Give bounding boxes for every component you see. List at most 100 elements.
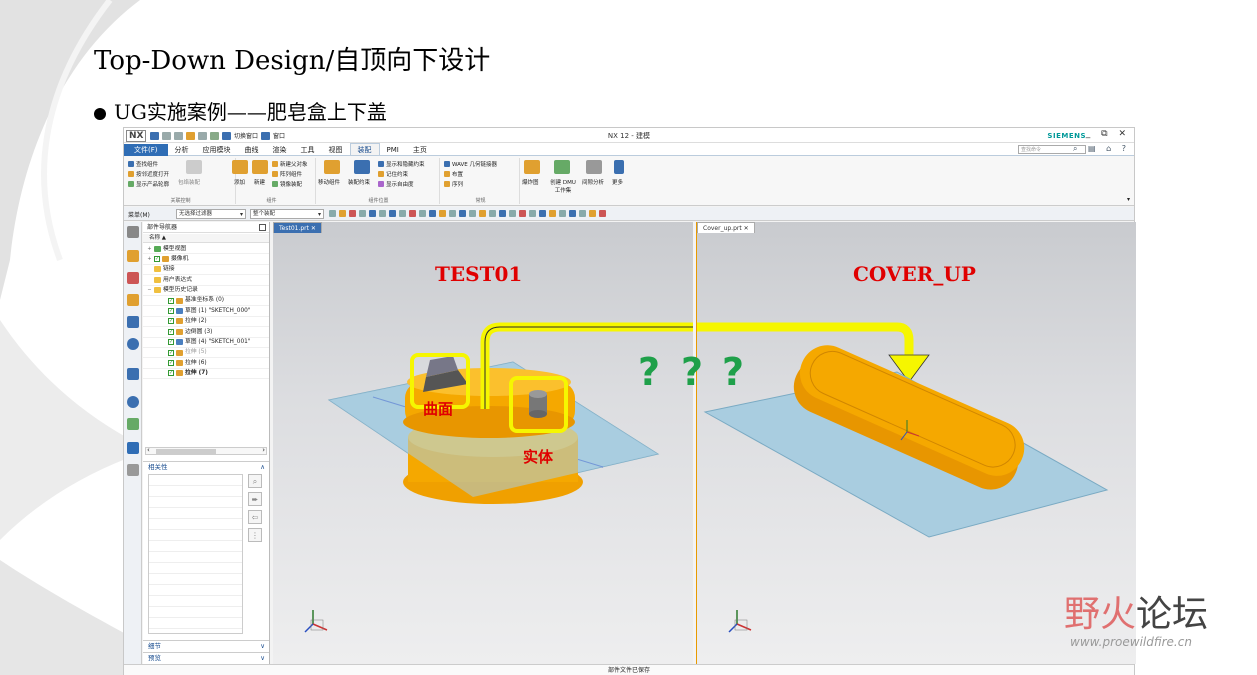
expand-icon[interactable]: +	[147, 254, 152, 264]
checkbox-icon[interactable]: ✓	[168, 297, 174, 304]
shade-icon[interactable]	[549, 210, 556, 217]
fit-icon[interactable]	[499, 210, 506, 217]
endpoint-icon[interactable]	[389, 210, 396, 217]
name-column-header[interactable]: 名称 ▲	[143, 234, 269, 243]
assembly-constraint-button[interactable]: 装配约束	[348, 178, 370, 186]
box-select-icon[interactable]	[369, 210, 376, 217]
show-product-outline-button[interactable]: 显示产品轮廓	[128, 180, 169, 188]
tree-item[interactable]: ✓ 拉伸 (6)	[143, 358, 269, 369]
selection-filter-dropdown[interactable]: 无选择过滤器	[176, 209, 246, 219]
search-icon[interactable]: ⌕	[248, 474, 262, 488]
checkbox-icon[interactable]: ✓	[168, 370, 174, 377]
dependency-header[interactable]: 相关性 ∧	[143, 461, 269, 472]
checkbox-icon[interactable]: ✓	[168, 339, 174, 346]
menu-6[interactable]: 视图	[322, 144, 350, 156]
checkbox-icon[interactable]: ✓	[168, 318, 174, 325]
move-component-button[interactable]: 移动组件	[318, 178, 340, 186]
menu-0[interactable]: 文件(F)	[124, 144, 168, 156]
system-materials-icon[interactable]	[127, 418, 139, 430]
exploded-view-icon[interactable]	[524, 160, 540, 174]
filter-icon[interactable]	[359, 210, 366, 217]
measure-icon[interactable]	[589, 210, 596, 217]
view-icon[interactable]	[459, 210, 466, 217]
horizontal-scrollbar[interactable]: ‹ ›	[145, 446, 267, 455]
clip-icon[interactable]	[559, 210, 566, 217]
tab-cover-up[interactable]: Cover_up.prt ✕	[697, 222, 755, 233]
checkbox-icon[interactable]: ✓	[168, 359, 174, 366]
part-navigator-icon[interactable]	[127, 294, 139, 306]
menu-4[interactable]: 渲染	[266, 144, 294, 156]
quadrant-icon[interactable]	[419, 210, 426, 217]
find-component-button[interactable]: 查找组件	[128, 160, 158, 168]
tab-test01[interactable]: Test01.prt ✕	[273, 222, 322, 233]
add-button[interactable]: 添加	[234, 178, 245, 186]
assembly-navigator-icon[interactable]	[127, 250, 139, 262]
zoom-icon[interactable]	[509, 210, 516, 217]
more-button[interactable]: 更多	[612, 178, 623, 186]
window-controls[interactable]: _ ⧉ ✕	[1086, 129, 1130, 139]
tree-item[interactable]: ✓ 拉伸 (7)	[143, 369, 269, 380]
history-icon[interactable]	[127, 396, 139, 408]
expand-icon[interactable]: +	[147, 244, 152, 254]
checkbox-icon[interactable]: ✓	[168, 308, 174, 315]
tree-item[interactable]: 用户表达式	[143, 275, 269, 286]
hd3d-icon[interactable]	[127, 338, 139, 350]
menu-9[interactable]: 主页	[406, 144, 434, 156]
move-component-icon[interactable]	[324, 160, 340, 174]
menu-2[interactable]: 应用模块	[196, 144, 238, 156]
menu-7[interactable]: 装配	[349, 143, 380, 155]
checkbox-icon[interactable]: ✓	[154, 256, 160, 263]
create-dmu-button[interactable]: 创建 DMU 工作集	[548, 178, 578, 194]
tree-item[interactable]: ✓ 草图 (1) "SKETCH_000"	[143, 306, 269, 317]
intersection-icon[interactable]	[429, 210, 436, 217]
mirror-assembly-button[interactable]: 镜像装配	[272, 180, 302, 188]
open-by-proximity-button[interactable]: 按邻近度打开	[128, 170, 169, 178]
new-button[interactable]: 新建	[254, 178, 265, 186]
web-browser-icon[interactable]	[127, 368, 139, 380]
arrangement-button[interactable]: 布置	[444, 170, 463, 178]
tree-item[interactable]: ✓ 基准坐标系 (0)	[143, 296, 269, 307]
color-icon[interactable]	[599, 210, 606, 217]
tree-item[interactable]: 链接	[143, 265, 269, 276]
orient-icon[interactable]	[539, 210, 546, 217]
new-parent-button[interactable]: 新建父对象	[272, 160, 308, 168]
more-icon[interactable]	[614, 160, 624, 174]
menu-8[interactable]: PMI	[380, 144, 406, 156]
checkbox-icon[interactable]: ✓	[168, 328, 174, 335]
menu-1[interactable]: 分析	[168, 144, 196, 156]
rotate-icon[interactable]	[519, 210, 526, 217]
tree-item[interactable]: ✓ 边倒圆 (3)	[143, 327, 269, 338]
wave-linker-button[interactable]: WAVE 几何链接器	[444, 160, 497, 168]
arrow-left-icon[interactable]: ⇦	[248, 510, 262, 524]
new-component-icon[interactable]	[252, 160, 268, 174]
selection-scope-dropdown[interactable]: 整个装配	[250, 209, 324, 219]
snap-icon[interactable]	[329, 210, 336, 217]
pan-icon[interactable]	[529, 210, 536, 217]
feature-icon[interactable]	[339, 210, 346, 217]
menu-3[interactable]: 曲线	[238, 144, 266, 156]
constraint-navigator-icon[interactable]	[127, 272, 139, 284]
layer-icon[interactable]	[479, 210, 486, 217]
expand-icon[interactable]: −	[147, 285, 152, 295]
show-dof-button[interactable]: 显示自由度	[378, 180, 414, 188]
reuse-library-icon[interactable]	[127, 316, 139, 328]
roles-icon[interactable]	[127, 464, 139, 476]
tree-item[interactable]: − 模型历史记录	[143, 286, 269, 296]
center-icon[interactable]	[409, 210, 416, 217]
arrow-right-icon[interactable]: ➨	[248, 492, 262, 506]
viewport-test01[interactable]: Test01.prt ✕ TEST01 曲面 实体	[273, 222, 693, 664]
select-icon[interactable]	[349, 210, 356, 217]
section-icon[interactable]	[569, 210, 576, 217]
display-icon[interactable]	[489, 210, 496, 217]
tree-item[interactable]: ✓ 拉伸 (2)	[143, 317, 269, 328]
add-component-icon[interactable]	[232, 160, 248, 174]
ribbon-expand-icon[interactable]: ▾	[1127, 196, 1130, 203]
envelope-button[interactable]: 包络装配	[178, 178, 200, 186]
preview-header[interactable]: 预览 ∨	[143, 652, 269, 663]
face-icon[interactable]	[439, 210, 446, 217]
menu-dropdown[interactable]: 菜单(M)	[128, 210, 150, 219]
show-hide-constraints-button[interactable]: 显示和隐藏约束	[378, 160, 425, 168]
envelope-icon[interactable]	[186, 160, 202, 174]
clearance-analysis-button[interactable]: 间隙分析	[582, 178, 604, 186]
midpoint-icon[interactable]	[399, 210, 406, 217]
